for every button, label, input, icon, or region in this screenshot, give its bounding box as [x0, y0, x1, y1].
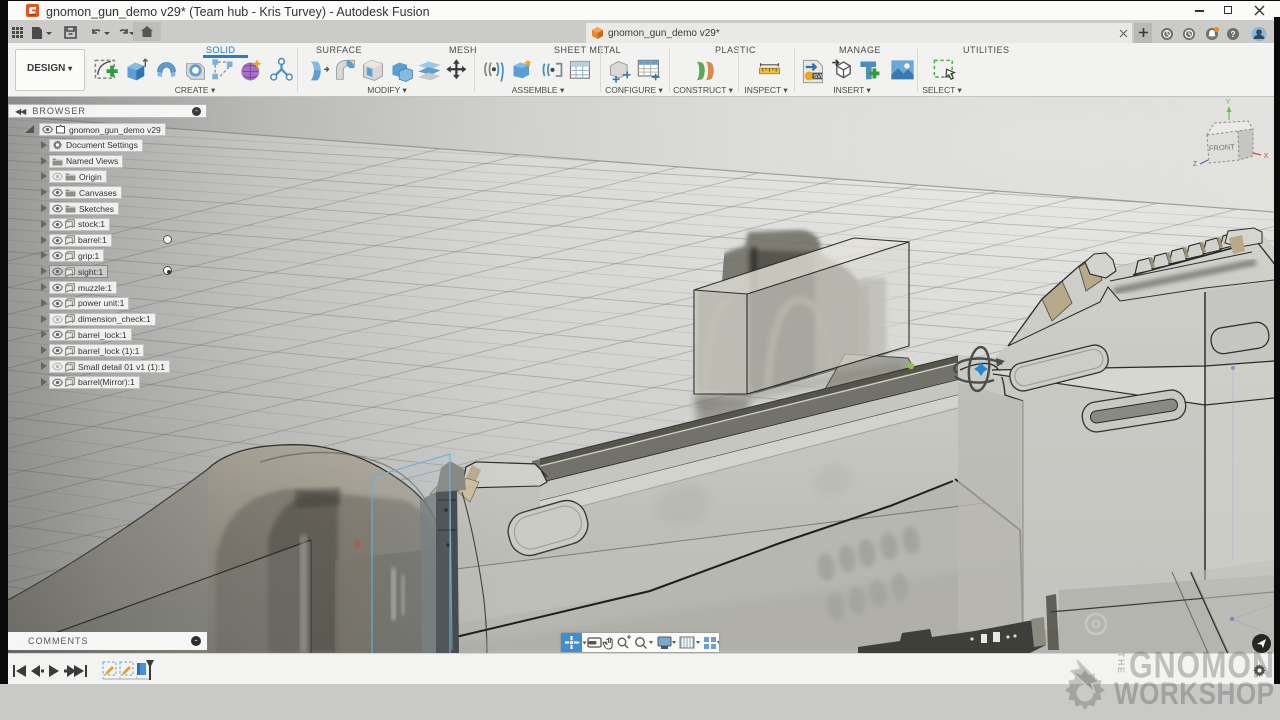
svg-text:SVG: SVG	[814, 74, 826, 80]
svg-text:Y: Y	[1226, 99, 1231, 106]
svg-text:X: X	[1264, 153, 1269, 160]
svg-text:Z: Z	[1193, 161, 1198, 168]
svg-text:FRONT: FRONT	[1209, 142, 1236, 153]
svg-text:?: ?	[1230, 29, 1235, 39]
